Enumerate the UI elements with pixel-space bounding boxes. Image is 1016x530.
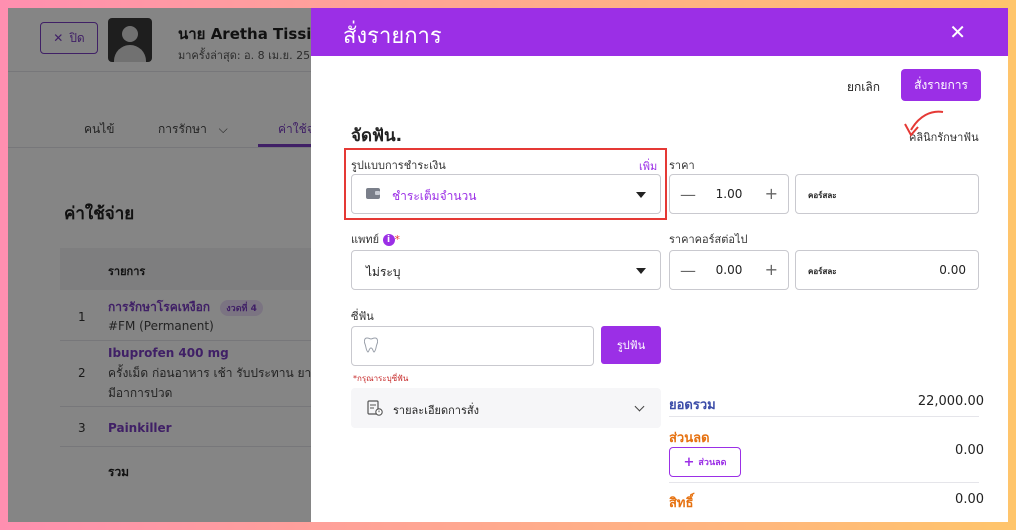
order-details-accordion[interactable]: รายละเอียดการสั่ง (351, 388, 661, 428)
price-quantity-stepper[interactable]: — 1.00 + (669, 174, 789, 214)
next-course-price-input[interactable]: คอร์สละ 0.00 (795, 250, 979, 290)
plus-icon[interactable]: + (765, 184, 778, 203)
course-label: คอร์สละ (808, 191, 837, 200)
plus-icon[interactable]: + (765, 260, 778, 279)
total-label: ยอดรวม (669, 398, 716, 413)
next-course-quantity-stepper[interactable]: — 0.00 + (669, 250, 789, 290)
order-button[interactable]: สั่งรายการ (901, 69, 981, 101)
doctor-label-text: แพทย์ (351, 233, 380, 246)
total-value: 22,000.00 (917, 394, 984, 409)
add-discount-button[interactable]: + ส่วนลด (669, 447, 741, 477)
order-details-label: รายละเอียดการสั่ง (393, 404, 479, 417)
course-price-input[interactable]: คอร์สละ (795, 174, 979, 214)
app-frame: ✕ ปิด นาย Aretha Tissing มาครั้งล่าสุด: … (8, 8, 1008, 522)
chevron-down-icon (634, 401, 645, 412)
cancel-button[interactable]: ยกเลิก (847, 78, 880, 97)
tooth-required-note: *กรุณาระบุซี่ฟัน (353, 374, 409, 383)
rights-value: 0.00 (955, 492, 984, 507)
caret-down-icon (636, 268, 646, 274)
divider (669, 482, 979, 483)
procedure-title: จัดฟัน. (351, 126, 403, 146)
tooth-label: ซี่ฟัน (351, 310, 374, 323)
plus-icon: + (683, 454, 695, 470)
add-discount-label: ส่วนลด (698, 458, 727, 468)
modal-header: สั่งรายการ ✕ (311, 8, 1008, 56)
price-label: ราคา (669, 159, 695, 172)
modal-title: สั่งรายการ (343, 24, 442, 49)
discount-label: ส่วนลด (669, 431, 710, 446)
modal-body: จัดฟัน. คลินิกรักษาฟัน รูปแบบการชำระเงิน… (311, 110, 1008, 522)
close-icon[interactable]: ✕ (949, 20, 966, 44)
highlight-box (344, 148, 667, 220)
annotation-arrow-icon (904, 110, 944, 137)
tooth-icon (364, 337, 378, 353)
course-value[interactable]: 0.00 (939, 263, 966, 277)
order-modal: สั่งรายการ ✕ ยกเลิก สั่งรายการ จัดฟัน. ค… (311, 8, 1008, 522)
tooth-input[interactable] (351, 326, 594, 366)
info-icon[interactable]: i (382, 234, 395, 246)
tooth-chart-button[interactable]: รูปฟัน (601, 326, 661, 364)
divider (669, 416, 979, 417)
course-label: คอร์สละ (808, 267, 837, 276)
document-clock-icon (367, 400, 383, 416)
doctor-label: แพทย์ i * (351, 230, 400, 248)
discount-value: 0.00 (955, 443, 984, 458)
required-mark: * (394, 233, 401, 246)
doctor-select[interactable]: ไม่ระบุ (351, 250, 661, 290)
rights-label: สิทธิ์ (669, 496, 694, 511)
next-course-label: ราคาคอร์สต่อไป (669, 233, 748, 246)
doctor-value: ไม่ระบุ (366, 265, 401, 279)
